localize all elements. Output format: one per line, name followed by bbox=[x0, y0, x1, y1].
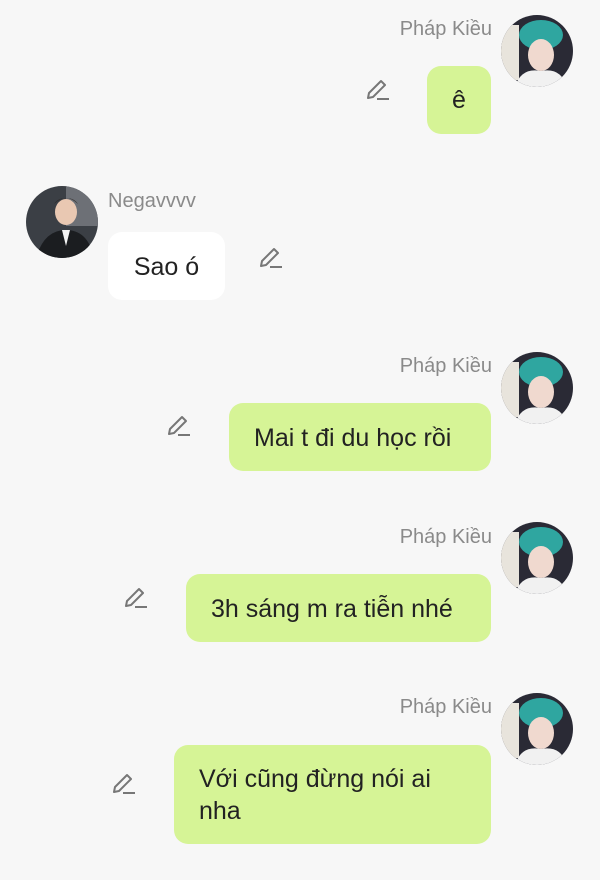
message-bubble[interactable]: Với cũng đừng nói ai nha bbox=[174, 745, 491, 844]
avatar[interactable] bbox=[501, 693, 573, 765]
message-row: Pháp Kiều Với cũng đừng nói ai nha bbox=[0, 0, 600, 860]
message-text: Với cũng đừng nói ai nha bbox=[199, 765, 431, 825]
sender-name: Pháp Kiều bbox=[399, 696, 492, 718]
edit-icon[interactable] bbox=[110, 770, 138, 798]
